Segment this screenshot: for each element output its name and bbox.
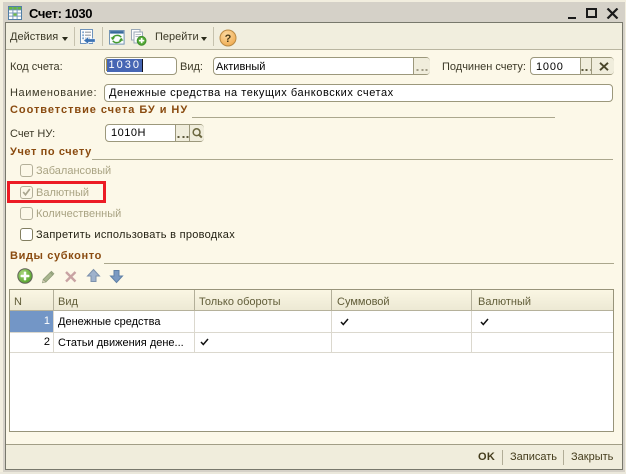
svg-text:?: ? — [225, 33, 232, 45]
